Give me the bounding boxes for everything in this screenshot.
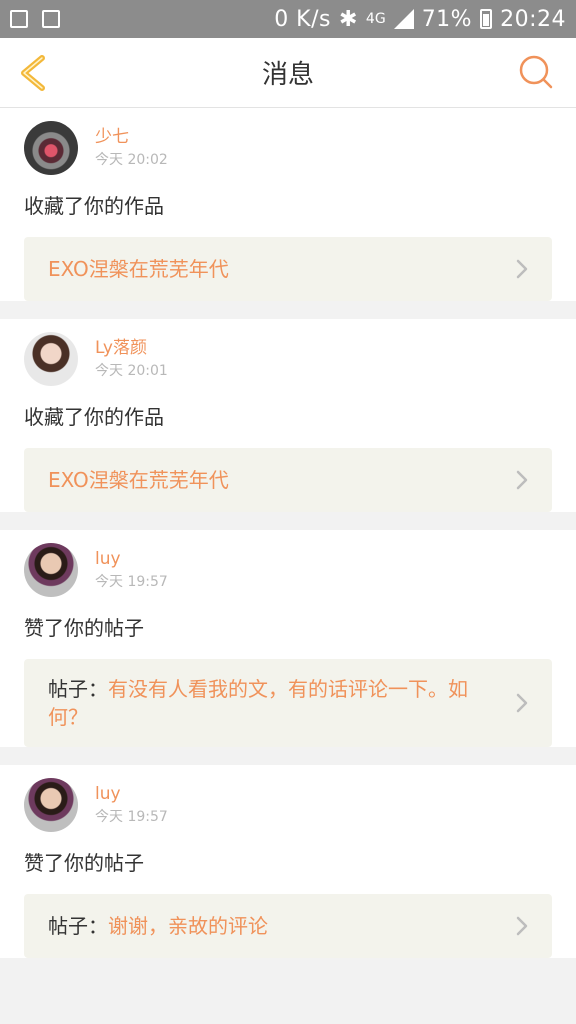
chevron-right-icon xyxy=(516,470,528,490)
timestamp: 今天 19:57 xyxy=(95,809,168,825)
chevron-right-icon xyxy=(516,916,528,936)
timestamp: 今天 20:01 xyxy=(95,363,168,379)
search-icon xyxy=(519,55,553,89)
clock: 20:24 xyxy=(500,6,566,32)
action-text: 赞了你的帖子 xyxy=(24,616,144,640)
content-prefix: 帖子： xyxy=(48,914,108,938)
message-list: 少七 今天 20:02 收藏了你的作品 EXO涅槃在荒芜年代 Ly落颜 今天 2… xyxy=(0,108,576,976)
image-icon xyxy=(10,10,28,28)
message-card: 少七 今天 20:02 收藏了你的作品 EXO涅槃在荒芜年代 xyxy=(0,108,576,301)
header: 消息 xyxy=(0,38,576,108)
timestamp: 今天 20:02 xyxy=(95,152,168,168)
back-button[interactable] xyxy=(14,52,54,94)
action-text: 收藏了你的作品 xyxy=(24,405,164,429)
content-title: EXO涅槃在荒芜年代 xyxy=(48,257,229,281)
status-bar: 0 K/s ✱ 4G 71% 20:24 xyxy=(0,0,576,38)
action-text: 赞了你的帖子 xyxy=(24,851,144,875)
avatar[interactable] xyxy=(24,543,78,597)
action-text: 收藏了你的作品 xyxy=(24,194,164,218)
message-header: luy 今天 19:57 xyxy=(24,530,552,602)
page-title: 消息 xyxy=(261,60,314,90)
content-title: 有没有人看我的文，有的话评论一下。如何？ xyxy=(48,677,468,729)
message-card: luy 今天 19:57 赞了你的帖子 帖子：谢谢，亲故的评论 xyxy=(0,765,576,958)
username[interactable]: luy xyxy=(95,547,168,571)
content-link[interactable]: 帖子：有没有人看我的文，有的话评论一下。如何？ xyxy=(24,659,552,747)
bluetooth-icon: ✱ xyxy=(338,6,358,32)
message-card: Ly落颜 今天 20:01 收藏了你的作品 EXO涅槃在荒芜年代 xyxy=(0,319,576,512)
username[interactable]: Ly落颜 xyxy=(95,336,168,360)
username[interactable]: 少七 xyxy=(95,125,168,149)
timestamp: 今天 19:57 xyxy=(95,574,168,590)
message-header: luy 今天 19:57 xyxy=(24,765,552,837)
content-link[interactable]: EXO涅槃在荒芜年代 xyxy=(24,237,552,301)
network-type: 4G xyxy=(365,11,386,27)
content-title: EXO涅槃在荒芜年代 xyxy=(48,468,229,492)
chevron-right-icon xyxy=(516,693,528,713)
chevron-left-icon xyxy=(21,55,45,91)
content-title: 谢谢，亲故的评论 xyxy=(108,914,268,938)
recycle-icon xyxy=(42,10,60,28)
avatar[interactable] xyxy=(24,121,78,175)
signal-icon xyxy=(393,9,414,29)
battery-percent: 71% xyxy=(421,6,473,32)
avatar[interactable] xyxy=(24,332,78,386)
chevron-right-icon xyxy=(516,259,528,279)
message-header: Ly落颜 今天 20:01 xyxy=(24,319,552,391)
search-button[interactable] xyxy=(518,54,554,90)
content-prefix: 帖子： xyxy=(48,677,108,701)
network-speed: 0 K/s xyxy=(274,6,331,32)
content-link[interactable]: 帖子：谢谢，亲故的评论 xyxy=(24,894,552,958)
content-link[interactable]: EXO涅槃在荒芜年代 xyxy=(24,448,552,512)
message-header: 少七 今天 20:02 xyxy=(24,108,552,180)
username[interactable]: luy xyxy=(95,782,168,806)
battery-icon xyxy=(480,9,493,29)
message-card: luy 今天 19:57 赞了你的帖子 帖子：有没有人看我的文，有的话评论一下。… xyxy=(0,530,576,747)
avatar[interactable] xyxy=(24,778,78,832)
